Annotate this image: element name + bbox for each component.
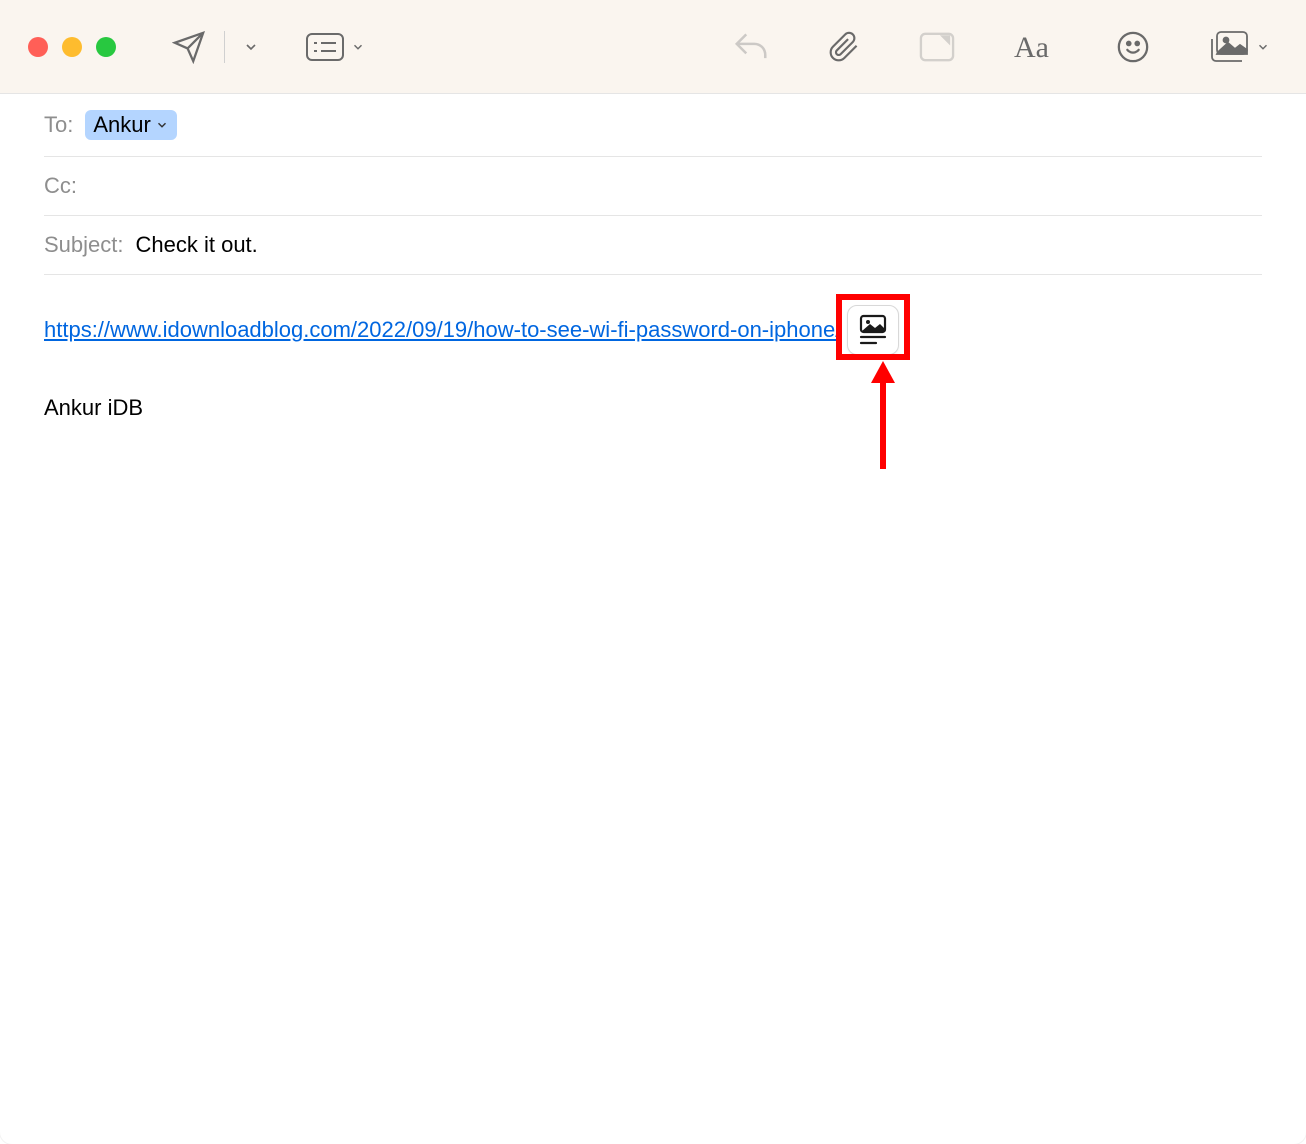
minimize-button[interactable] <box>62 37 82 57</box>
header-fields-button[interactable] <box>297 23 373 71</box>
message-body[interactable]: https://www.idownloadblog.com/2022/09/19… <box>0 275 1306 451</box>
emoji-icon <box>1116 30 1150 64</box>
emoji-button[interactable] <box>1108 22 1158 72</box>
photo-browser-button[interactable] <box>1200 22 1278 72</box>
toolbar-divider <box>224 31 225 63</box>
body-link[interactable]: https://www.idownloadblog.com/2022/09/19… <box>44 317 841 343</box>
cc-label: Cc: <box>44 173 77 199</box>
close-button[interactable] <box>28 37 48 57</box>
chevron-down-icon <box>243 39 259 55</box>
send-options-button[interactable] <box>235 31 267 63</box>
photos-icon <box>1208 30 1250 64</box>
preview-button-wrapper <box>847 305 899 355</box>
send-icon <box>172 30 206 64</box>
link-preview-icon <box>858 314 888 346</box>
chevron-down-icon <box>351 40 365 54</box>
header-fields: To: Ankur Cc: Subject: Check it out. <box>0 94 1306 275</box>
reply-button[interactable] <box>724 23 778 71</box>
link-preview-button[interactable] <box>847 305 899 355</box>
toolbar: Aa <box>0 0 1306 94</box>
chevron-down-icon <box>155 118 169 132</box>
toolbar-right-group: Aa <box>724 21 1278 73</box>
window-controls <box>28 37 116 57</box>
paperclip-icon <box>828 29 860 65</box>
text-format-icon: Aa <box>1014 31 1058 63</box>
send-button[interactable] <box>164 22 214 72</box>
subject-value: Check it out. <box>136 232 258 258</box>
recipient-chip[interactable]: Ankur <box>85 110 176 140</box>
toolbar-left-group <box>164 22 373 72</box>
markup-button[interactable] <box>910 22 964 72</box>
chevron-down-icon <box>1256 40 1270 54</box>
signature-text: Ankur iDB <box>44 395 1262 421</box>
to-label: To: <box>44 112 73 138</box>
recipient-name: Ankur <box>93 112 150 138</box>
reply-icon <box>732 31 770 63</box>
markup-icon <box>918 30 956 64</box>
svg-text:Aa: Aa <box>1014 31 1049 63</box>
cc-field-row[interactable]: Cc: <box>44 157 1262 216</box>
format-button[interactable]: Aa <box>1006 23 1066 71</box>
link-row: https://www.idownloadblog.com/2022/09/19… <box>44 305 1262 355</box>
maximize-button[interactable] <box>96 37 116 57</box>
to-field-row[interactable]: To: Ankur <box>44 94 1262 157</box>
list-icon <box>305 31 345 63</box>
subject-label: Subject: <box>44 232 124 258</box>
attach-button[interactable] <box>820 21 868 73</box>
subject-field-row[interactable]: Subject: Check it out. <box>44 216 1262 275</box>
